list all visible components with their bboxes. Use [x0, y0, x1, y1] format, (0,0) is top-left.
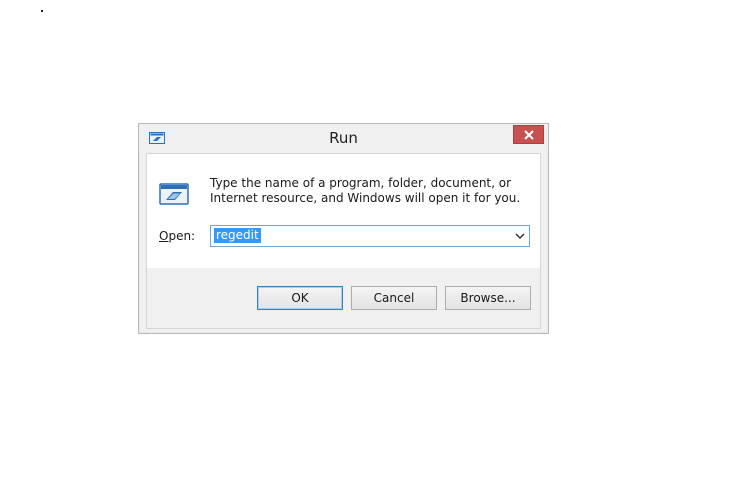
browse-button[interactable]: Browse...	[445, 286, 531, 310]
window-title: Run	[329, 129, 358, 147]
close-button[interactable]	[513, 125, 544, 144]
input-pane: Type the name of a program, folder, docu…	[147, 154, 540, 268]
chevron-down-icon[interactable]	[515, 232, 525, 240]
ok-button[interactable]: OK	[257, 286, 343, 310]
run-icon	[159, 183, 189, 205]
open-label: Open:	[159, 229, 195, 243]
open-label-text: pen:	[168, 229, 196, 243]
dialog-content: Type the name of a program, folder, docu…	[146, 153, 541, 329]
open-combobox[interactable]: regedit	[210, 225, 530, 247]
close-icon	[524, 130, 534, 140]
title-bar[interactable]: Run	[139, 124, 548, 152]
open-input-value[interactable]: regedit	[214, 228, 261, 243]
run-dialog: Run Type the name of a program, folder, …	[138, 123, 549, 334]
cancel-button[interactable]: Cancel	[351, 286, 437, 310]
description-text: Type the name of a program, folder, docu…	[210, 176, 521, 205]
desktop-dot	[41, 10, 43, 12]
